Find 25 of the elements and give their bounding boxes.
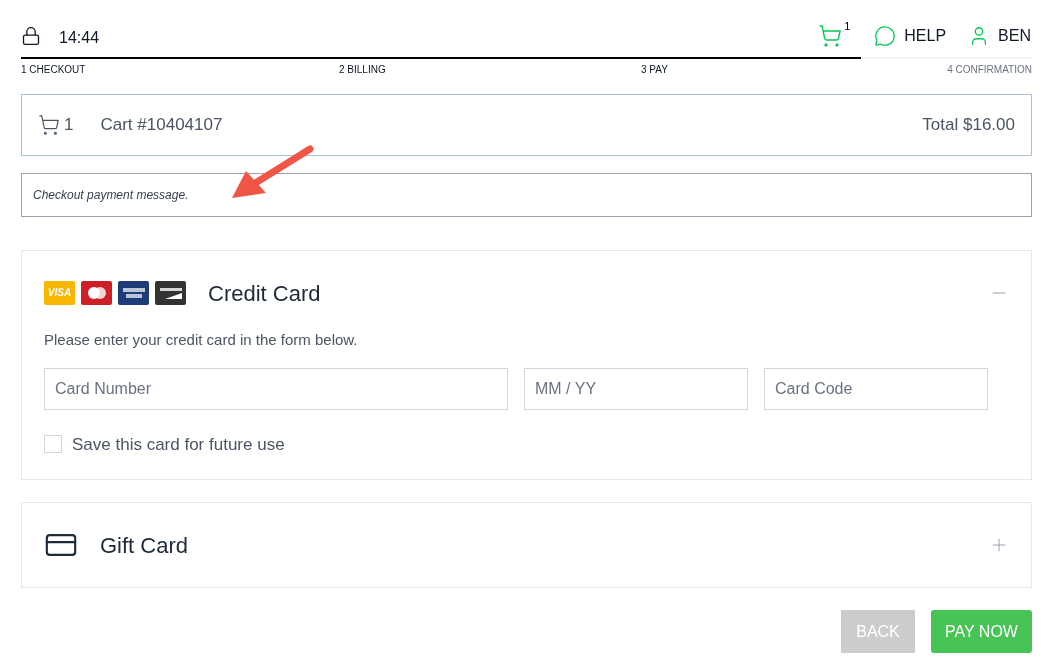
checkbox-label[interactable]: Save this card for future use [72,431,285,457]
cart-count: 1 [844,19,851,34]
chat-icon[interactable] [874,25,897,47]
progress-step: 1 CHECKOUT [21,62,339,77]
message-text: Checkout payment message. [33,187,189,204]
cart-item-count: 1 [64,114,74,137]
lock-icon [21,26,41,46]
card-field[interactable]: Card Code [764,367,988,410]
user-name[interactable]: BEN [998,24,1031,48]
card-field[interactable]: MM / YY [524,367,748,410]
method-title[interactable]: Gift Card [100,528,189,562]
progress-step: 4 CONFIRMATION [947,62,1032,77]
help-link[interactable]: HELP [904,24,947,48]
cart-title: Cart #10404107 [100,114,223,137]
cart-icon[interactable] [818,24,843,48]
checkbox[interactable] [44,435,62,454]
cart-total: Total $16.00 [922,114,1015,137]
cart-icon [38,114,60,136]
card-logo-icon: VISA [44,281,75,305]
progress-step: 3 PAY [641,62,948,77]
method-title[interactable]: Credit Card [208,276,321,310]
clock-time: 14:44 [59,28,100,48]
card-field[interactable]: Card Number [44,367,508,410]
progress-step: 2 BILLING [339,62,641,77]
instructions-text: Please enter your credit card in the form below. [44,330,359,350]
